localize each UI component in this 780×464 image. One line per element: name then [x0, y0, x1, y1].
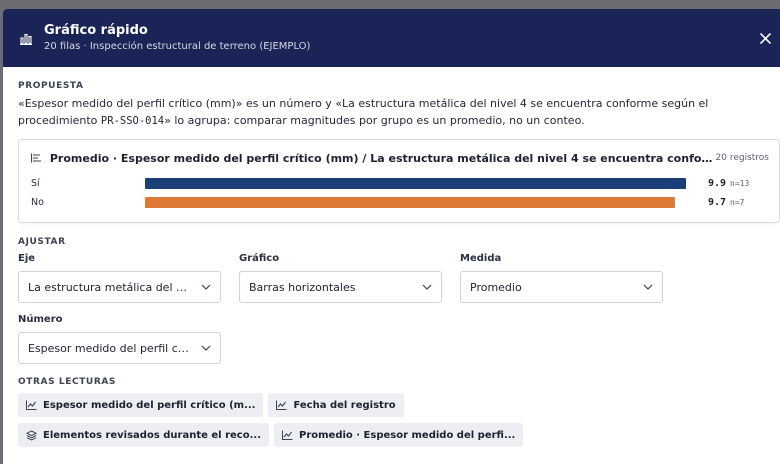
- bar-si: [145, 177, 686, 189]
- eje-field: Eje La estructura metálica del nivel 4 s…: [18, 253, 230, 303]
- grafico-label: Gráfico: [239, 253, 280, 264]
- numero-field: Número Espesor medido del perfil crítico…: [18, 314, 230, 364]
- other-readings-list: Espesor medido del perfil crítico (m... F…: [18, 393, 628, 453]
- numero-select[interactable]: Espesor medido del perfil crítico (mm): [18, 332, 221, 364]
- dialog-subtitle: 20 filas · Inspección estructural de ter…: [44, 40, 311, 52]
- dialog-header: Gráfico rápido 20 filas · Inspección est…: [3, 9, 780, 67]
- other-reading-chip[interactable]: Promedio · Espesor medido del perfi...: [274, 423, 524, 447]
- bar-n-label: n=7: [730, 197, 745, 207]
- chip-label: Fecha del registro: [293, 399, 396, 411]
- horizontal-bar-icon: [31, 153, 43, 163]
- record-count: 20 registros: [715, 153, 769, 163]
- other-readings-label: OTRAS LECTURAS: [18, 377, 117, 387]
- chip-label: Espesor medido del perfil crítico (m...: [43, 399, 256, 411]
- chevron-down-icon: [641, 284, 653, 290]
- chevron-down-icon: [420, 284, 432, 290]
- bar-row: Sí 9.9 n=13: [31, 176, 769, 190]
- line-chart-icon: [26, 400, 38, 410]
- chart-title: Promedio · Espesor medido del perfil crí…: [49, 151, 713, 165]
- proposal-section-label: PROPUESTA: [18, 81, 84, 91]
- numero-select-value: Espesor medido del perfil crítico (mm): [28, 341, 193, 355]
- layers-icon: [26, 429, 38, 441]
- eje-select-value: La estructura metálica del nivel 4 se en…: [28, 280, 193, 294]
- eje-label: Eje: [18, 253, 36, 264]
- quick-chart-dialog: Gráfico rápido 20 filas · Inspección est…: [3, 9, 780, 464]
- chart-card: Promedio · Espesor medido del perfil crí…: [18, 139, 780, 223]
- adjust-section-label: AJUSTAR: [18, 237, 66, 247]
- bar-chart: Sí 9.9 n=13 No 9.7 n=7: [31, 176, 769, 209]
- bar-n-label: n=13: [730, 178, 750, 188]
- grafico-field: Gráfico Barras horizontales: [239, 253, 451, 303]
- numero-label: Número: [18, 314, 63, 325]
- line-chart-icon: [276, 400, 288, 410]
- chevron-down-icon: [199, 284, 211, 290]
- eje-select[interactable]: La estructura metálica del nivel 4 se en…: [18, 271, 221, 303]
- proposal-text: «Espesor medido del perfil crítico (mm)»…: [18, 95, 778, 130]
- procedure-code: PR-SSO-014: [100, 115, 165, 127]
- close-button[interactable]: [755, 28, 775, 48]
- bar-no: [145, 196, 675, 208]
- bar-row: No 9.7 n=7: [31, 195, 769, 209]
- chevron-down-icon: [199, 345, 211, 351]
- bar-category-label: No: [31, 196, 44, 208]
- dialog-title: Gráfico rápido: [44, 22, 148, 38]
- grafico-select[interactable]: Barras horizontales: [239, 271, 442, 303]
- other-reading-chip[interactable]: Elementos revisados durante el reco...: [18, 423, 269, 447]
- medida-field: Medida Promedio: [460, 253, 672, 303]
- medida-select-value: Promedio: [470, 280, 522, 294]
- medida-label: Medida: [460, 253, 502, 264]
- other-reading-chip[interactable]: Espesor medido del perfil crítico (m...: [18, 393, 264, 417]
- medida-select[interactable]: Promedio: [460, 271, 663, 303]
- proposal-text-part: » lo agrupa: comparar magnitudes por gru…: [164, 114, 585, 127]
- chip-label: Elementos revisados durante el reco...: [43, 429, 261, 441]
- bar-value-label: 9.9: [707, 177, 726, 189]
- line-chart-icon: [282, 430, 294, 440]
- other-reading-chip[interactable]: Fecha del registro: [268, 393, 404, 417]
- chip-label: Promedio · Espesor medido del perfi...: [299, 429, 516, 441]
- bar-category-label: Sí: [31, 177, 40, 189]
- grafico-select-value: Barras horizontales: [249, 280, 356, 294]
- bar-chart-icon: [17, 29, 35, 47]
- bar-value-label: 9.7: [707, 196, 726, 208]
- close-icon: [759, 32, 771, 44]
